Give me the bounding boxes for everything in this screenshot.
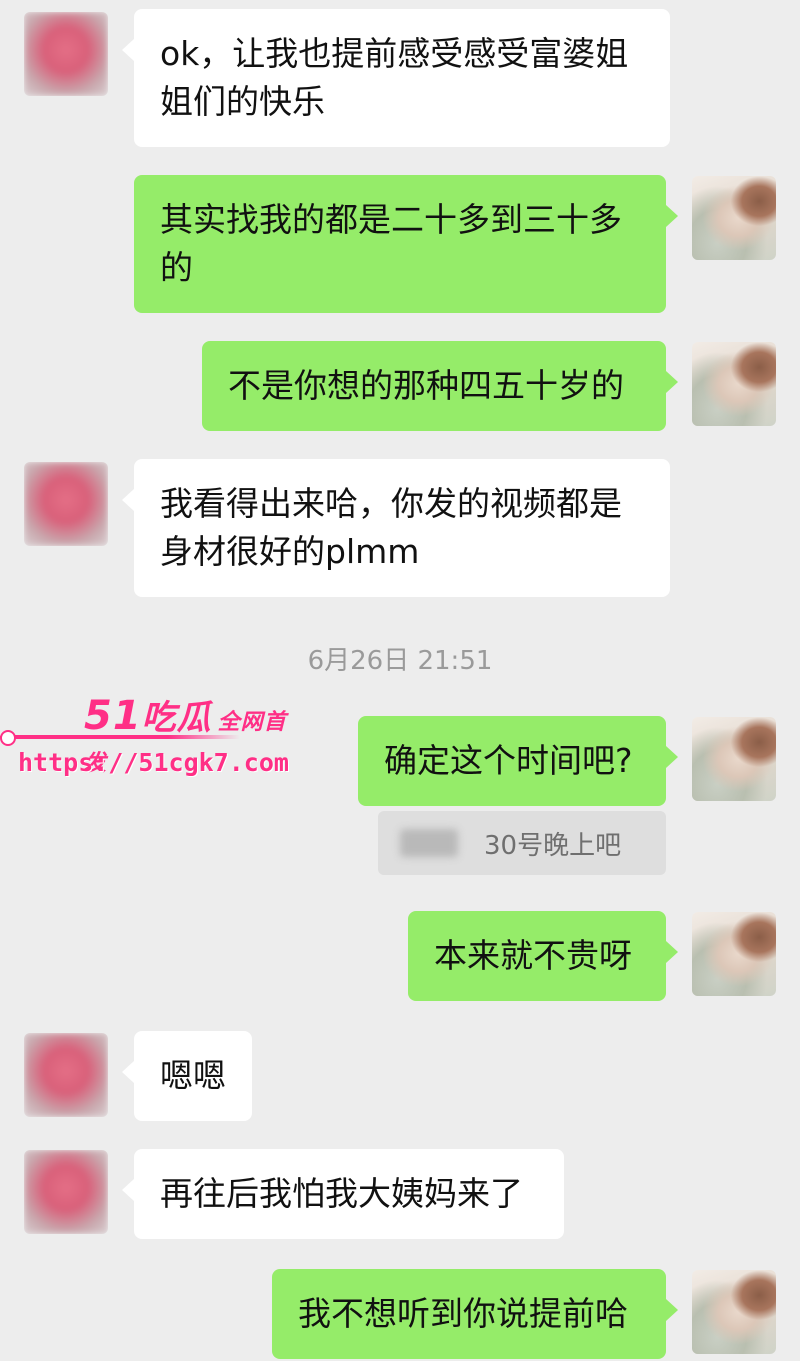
outgoing-message-bubble[interactable]: 其实找我的都是二十多到三十多的 — [134, 175, 678, 313]
contact-avatar[interactable] — [24, 12, 108, 96]
watermark-url: https://51cgk7.com — [18, 748, 289, 777]
incoming-message-bubble[interactable]: 再往后我怕我大姨妈来了 — [122, 1149, 564, 1239]
quoted-message-text: 30号晚上吧 — [484, 830, 622, 861]
contact-avatar[interactable] — [24, 1150, 108, 1234]
incoming-message-bubble[interactable]: 我看得出来哈，你发的视频都是身材很好的plmm — [122, 459, 670, 597]
contact-avatar[interactable] — [24, 462, 108, 546]
watermark-line — [0, 735, 240, 739]
self-avatar[interactable] — [692, 1270, 776, 1354]
site-watermark: 51吃瓜 全网首发 https://51cgk7.com — [0, 690, 300, 790]
outgoing-message-bubble[interactable]: 我不想听到你说提前哈 — [272, 1269, 678, 1359]
outgoing-message-bubble[interactable]: 不是你想的那种四五十岁的 — [202, 341, 678, 431]
incoming-message-bubble[interactable]: ok，让我也提前感受感受富婆姐姐们的快乐 — [122, 9, 670, 147]
incoming-message-bubble[interactable]: 嗯嗯 — [122, 1031, 252, 1121]
watermark-dot — [0, 730, 16, 746]
self-avatar[interactable] — [692, 342, 776, 426]
self-avatar[interactable] — [692, 176, 776, 260]
quoted-message[interactable]: 30号晚上吧 — [378, 811, 666, 875]
chat-timestamp: 6月26日 21:51 — [307, 646, 493, 676]
self-avatar[interactable] — [692, 912, 776, 996]
outgoing-message-bubble[interactable]: 确定这个时间吧? — [358, 716, 678, 806]
quoted-sender-blurred — [400, 829, 458, 857]
contact-avatar[interactable] — [24, 1033, 108, 1117]
outgoing-message-bubble[interactable]: 本来就不贵呀 — [408, 911, 678, 1001]
self-avatar[interactable] — [692, 717, 776, 801]
